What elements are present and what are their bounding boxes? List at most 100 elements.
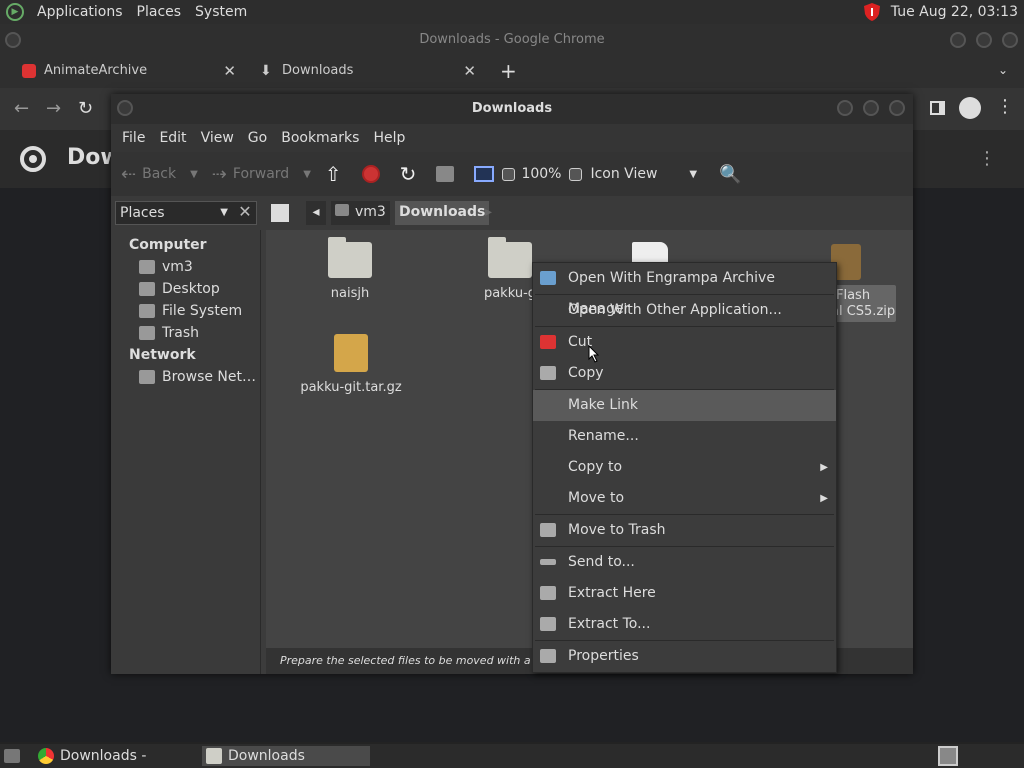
taskbar-item-chrome[interactable]: Downloads - Googl… — [34, 746, 200, 766]
zoom-out-icon[interactable] — [502, 167, 516, 181]
more-options-icon[interactable]: ⋮ — [978, 148, 996, 169]
system-menu[interactable]: System — [188, 4, 254, 20]
chevron-down-icon: ▼ — [220, 207, 228, 218]
menu-item-send-to[interactable]: Send to... — [533, 547, 836, 578]
menu-view[interactable]: View — [194, 130, 241, 146]
menu-item-copy[interactable]: Copy — [533, 358, 836, 389]
stop-icon[interactable] — [361, 165, 380, 183]
properties-icon — [540, 649, 556, 663]
file-item-document[interactable] — [630, 242, 670, 262]
back-arrow-icon: ⇠ — [121, 163, 137, 185]
menu-item-move-to[interactable]: Move to ▶ — [533, 483, 836, 514]
back-button[interactable]: ⇠ Back ▼ — [121, 164, 198, 185]
profile-icon[interactable] — [959, 97, 981, 119]
menu-item-properties[interactable]: Properties — [533, 641, 836, 672]
tab-downloads[interactable]: ⬇ Downloads ✕ — [248, 56, 488, 88]
menu-item-extract-here[interactable]: Extract Here — [533, 578, 836, 609]
file-item-flash-cs5-zip[interactable]: Flash al CS5.zip — [831, 285, 896, 322]
sidepanel-icon[interactable] — [930, 101, 945, 115]
menu-file[interactable]: File — [115, 130, 152, 146]
path-downloads[interactable]: Downloads — [395, 201, 490, 225]
chevron-down-icon: ▼ — [689, 168, 698, 180]
document-icon — [632, 242, 668, 262]
minimize-button[interactable] — [837, 100, 853, 116]
menu-edit[interactable]: Edit — [152, 130, 193, 146]
location-bar: Places ▼ ✕ ◂ vm3 Downloads ▸ — [111, 196, 913, 230]
menu-item-open-with-other[interactable]: Open With Other Application... — [533, 295, 836, 326]
file-item-pakku-git-tar-gz[interactable]: pakku-git.tar.gz — [300, 334, 402, 395]
trash-icon — [540, 523, 556, 537]
close-button[interactable] — [1002, 32, 1018, 48]
places-menu[interactable]: Places — [130, 4, 189, 20]
sidebar-item-file-system[interactable]: File System — [111, 300, 260, 322]
menu-go[interactable]: Go — [241, 130, 274, 146]
zoom-level[interactable]: 100% — [521, 166, 561, 182]
path-left-arrow-icon[interactable]: ◂ — [306, 201, 326, 225]
chevron-down-icon[interactable]: ▼ — [303, 169, 311, 180]
forward-arrow-icon: ⇢ — [211, 163, 227, 185]
minimize-button[interactable] — [950, 32, 966, 48]
applications-menu[interactable]: Applications — [30, 4, 130, 20]
mate-menu-icon[interactable]: ▶ — [6, 3, 24, 21]
menu-item-move-to-trash[interactable]: Move to Trash — [533, 515, 836, 546]
close-icon[interactable]: ✕ — [223, 56, 236, 86]
copy-icon — [540, 366, 556, 380]
menu-item-make-link[interactable]: Make Link — [533, 390, 836, 421]
network-icon — [139, 370, 155, 384]
sidebar-item-desktop[interactable]: Desktop — [111, 278, 260, 300]
tab-search-icon[interactable]: ⌄ — [998, 63, 1008, 77]
engrampa-icon — [540, 271, 556, 285]
forward-button[interactable]: ⇢ Forward ▼ — [212, 164, 311, 185]
reload-icon[interactable]: ↻ — [400, 162, 417, 186]
folder-icon — [328, 237, 372, 278]
file-item-naisjh[interactable]: naisjh — [300, 237, 400, 301]
sidebar-item-browse-network[interactable]: Browse Net… — [111, 366, 260, 388]
tab-label: AnimateArchive — [44, 63, 148, 78]
menu-help[interactable]: Help — [366, 130, 412, 146]
close-icon[interactable]: ✕ — [463, 56, 476, 86]
sidebar-item-trash[interactable]: Trash — [111, 322, 260, 344]
menubar: File Edit View Go Bookmarks Help — [111, 124, 913, 152]
menu-item-rename[interactable]: Rename... — [533, 421, 836, 452]
home-icon[interactable] — [436, 166, 455, 182]
tab-animatearchive[interactable]: AnimateArchive ✕ — [0, 56, 248, 88]
maximize-button[interactable] — [863, 100, 879, 116]
forward-arrow-icon[interactable]: → — [46, 98, 61, 119]
computer-icon[interactable] — [474, 166, 495, 182]
sidebar-item-vm3[interactable]: vm3 — [111, 256, 260, 278]
chrome-menu-icon[interactable]: ⋮ — [996, 96, 1014, 117]
menu-bookmarks[interactable]: Bookmarks — [274, 130, 366, 146]
submenu-arrow-icon: ▶ — [820, 462, 828, 473]
back-arrow-icon[interactable]: ← — [14, 98, 29, 119]
workspace-switcher[interactable] — [938, 746, 958, 766]
menu-item-open-with-engrampa[interactable]: Open With Engrampa Archive Manager — [533, 263, 836, 317]
path-vm3[interactable]: vm3 — [331, 201, 390, 225]
new-tab-icon[interactable]: + — [500, 59, 517, 83]
file-manager-titlebar: Downloads — [111, 94, 913, 124]
chevron-down-icon[interactable]: ▼ — [190, 169, 198, 180]
window-menu-button[interactable] — [5, 32, 21, 48]
search-icon[interactable]: 🔍 — [719, 164, 741, 185]
clock[interactable]: Tue Aug 22, 03:13 — [891, 4, 1024, 20]
close-button[interactable] — [889, 100, 905, 116]
menu-item-extract-to[interactable]: Extract To... — [533, 609, 836, 640]
show-desktop-icon[interactable] — [4, 749, 20, 763]
view-mode-select[interactable]: Icon View ▼ — [590, 166, 697, 182]
taskbar-item-downloads[interactable]: Downloads — [202, 746, 370, 766]
zoom-in-icon[interactable] — [569, 167, 583, 181]
chrome-logo-icon — [20, 146, 46, 172]
shield-icon[interactable] — [863, 2, 881, 22]
path-right-arrow-icon[interactable]: ▸ — [481, 201, 496, 225]
maximize-button[interactable] — [976, 32, 992, 48]
chrome-tab-strip: AnimateArchive ✕ ⬇ Downloads ✕ + ⌄ — [0, 56, 1024, 88]
window-menu-button[interactable] — [117, 100, 133, 116]
reload-icon[interactable]: ↻ — [78, 98, 93, 119]
close-sidebar-icon[interactable]: ✕ — [233, 201, 257, 225]
menu-item-copy-to[interactable]: Copy to ▶ — [533, 452, 836, 483]
up-arrow-icon[interactable]: ⇧ — [325, 162, 342, 186]
edit-location-icon[interactable] — [271, 204, 289, 222]
home-icon — [139, 260, 155, 274]
menu-item-cut[interactable]: Cut — [533, 327, 836, 358]
sidebar-heading-computer: Computer — [129, 237, 207, 253]
chrome-window-title: Downloads - Google Chrome — [419, 32, 605, 47]
